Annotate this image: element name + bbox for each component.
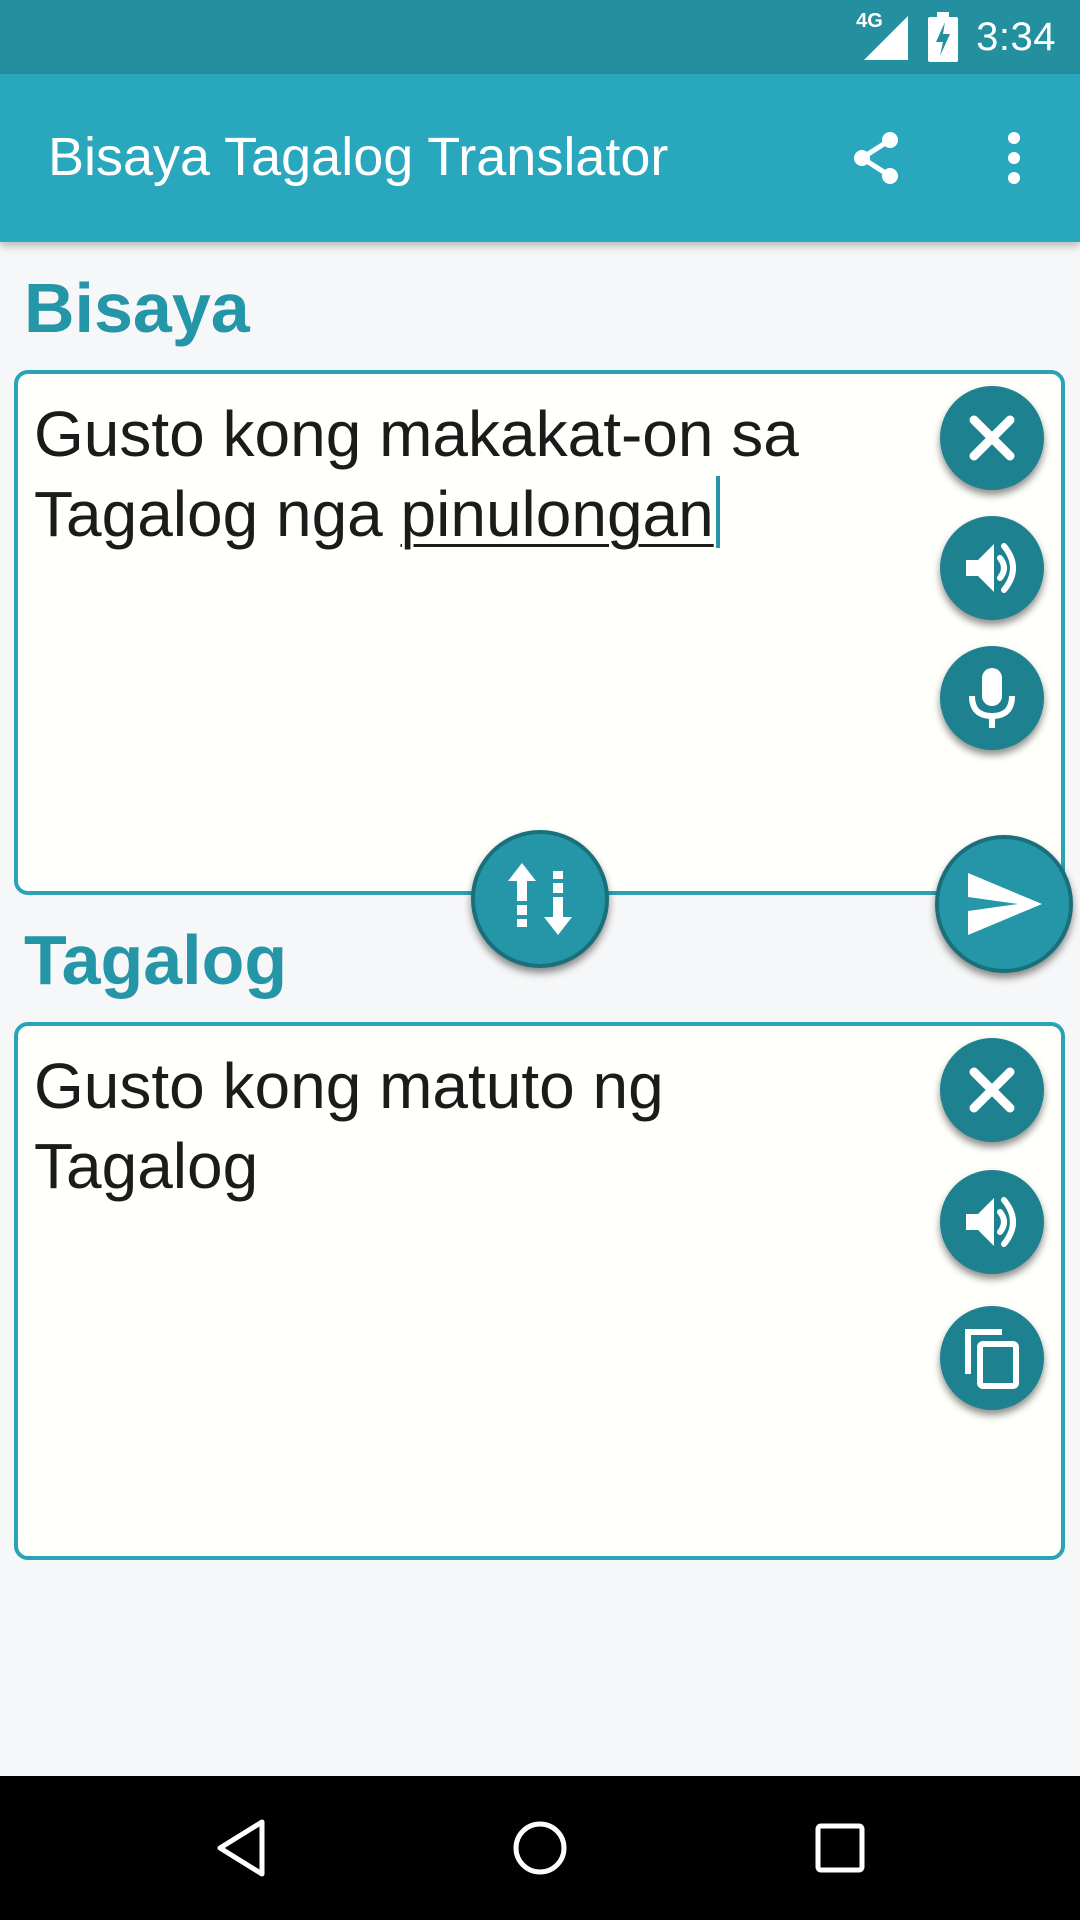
speaker-icon [960,1190,1024,1254]
translated-text: Gusto kong matuto ng Tagalog [34,1050,664,1202]
back-icon[interactable] [196,1802,288,1894]
clock: 3:34 [976,14,1056,59]
source-text-input[interactable]: Gusto kong makakat-on sa Tagalog nga pin… [34,394,904,554]
clear-icon [964,1062,1020,1118]
microphone-icon [962,666,1022,730]
speak-target-button[interactable] [940,1170,1044,1274]
status-icons: 4G 3:34 [856,0,1056,74]
copy-translation-button[interactable] [940,1306,1044,1410]
speaker-icon [960,536,1024,600]
status-bar: 4G 3:34 [0,0,1080,74]
translate-button[interactable] [935,835,1073,973]
send-translate-icon [964,869,1044,939]
target-text-box[interactable]: Gusto kong matuto ng Tagalog [14,1022,1065,1560]
share-icon[interactable] [836,118,916,198]
clear-target-button[interactable] [940,1038,1044,1142]
home-icon[interactable] [494,1802,586,1894]
source-language-label: Bisaya [24,269,250,347]
target-language-label: Tagalog [24,921,288,999]
clear-source-button[interactable] [940,386,1044,490]
swap-languages-button[interactable] [471,830,609,968]
voice-input-button[interactable] [940,646,1044,750]
app-title: Bisaya Tagalog Translator [48,127,669,187]
copy-icon [962,1326,1022,1390]
swap-languages-icon [504,859,576,939]
signal-4g-icon: 4G [856,10,910,62]
overflow-menu-icon[interactable] [974,118,1054,198]
composing-text: pinulongan [400,478,714,550]
battery-charging-icon [928,12,959,62]
clear-icon [964,410,1020,466]
source-text-box[interactable]: Gusto kong makakat-on sa Tagalog nga pin… [14,370,1065,895]
navigation-bar [0,1776,1080,1920]
speak-source-button[interactable] [940,516,1044,620]
recents-icon[interactable] [794,1802,886,1894]
text-cursor [715,476,720,548]
app-bar: Bisaya Tagalog Translator [0,74,1080,242]
